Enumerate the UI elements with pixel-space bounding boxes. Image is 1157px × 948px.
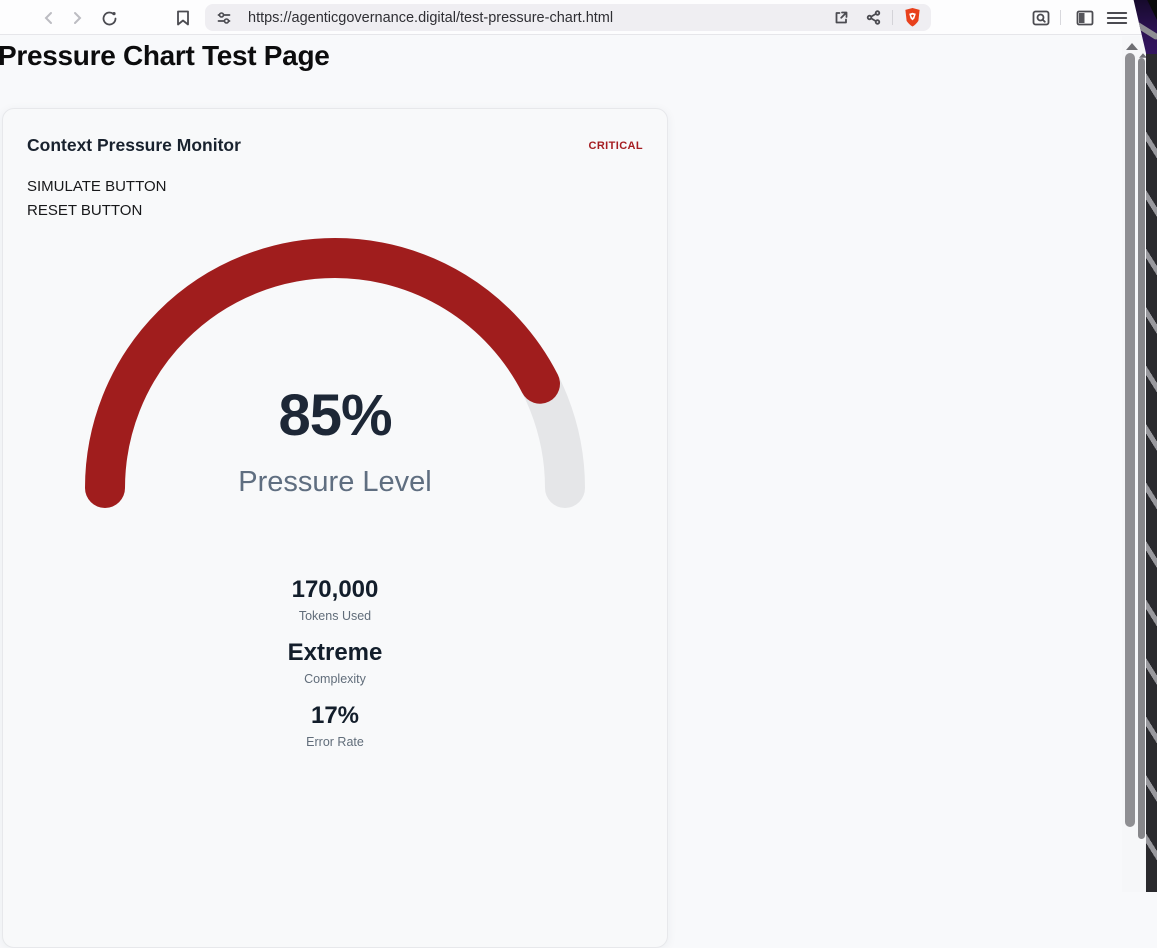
scrollbar-area [1122,36,1146,892]
url-bar[interactable]: https://agenticgovernance.digital/test-p… [205,4,931,31]
gauge-arc-fill [105,258,565,488]
urlbar-divider [892,10,893,25]
status-badge: CRITICAL [588,140,643,152]
stat-error-rate: 17% Error Rate [27,701,643,750]
scrollbar-thumb-secondary[interactable] [1138,58,1145,839]
stat-value: 170,000 [27,575,643,605]
scroll-up-arrow[interactable] [1126,43,1138,50]
site-settings-icon[interactable] [213,7,235,29]
pressure-monitor-card: Context Pressure Monitor CRITICAL SIMULA… [2,108,668,948]
scrollbar-thumb[interactable] [1125,53,1135,827]
forward-icon[interactable] [66,7,88,29]
gauge-arc-track [105,258,565,488]
stat-value: 17% [27,701,643,731]
bookmark-icon[interactable] [172,7,194,29]
desktop-wallpaper-strip [1146,0,1157,892]
stat-label: Tokens Used [27,608,643,624]
reload-icon[interactable] [98,7,120,29]
stat-label: Complexity [27,671,643,687]
pressure-gauge: 85% Pressure Level [65,236,605,508]
open-in-new-icon[interactable] [830,7,852,29]
gauge-caption: Pressure Level [65,466,605,499]
back-icon[interactable] [38,7,60,29]
menu-icon[interactable] [1106,7,1128,29]
sidebar-toggle-icon[interactable] [1074,7,1096,29]
brave-shield-icon[interactable] [901,7,923,29]
page-content: Pressure Chart Test Page Context Pressur… [0,36,1146,892]
stat-complexity: Extreme Complexity [27,638,643,687]
toolbar-divider [1060,10,1061,25]
url-text[interactable]: https://agenticgovernance.digital/test-p… [248,10,825,26]
stat-label: Error Rate [27,734,643,750]
reset-button[interactable]: RESET BUTTON [27,199,643,223]
wallpaper-dark-corner [1143,0,1157,20]
gauge-value: 85% [65,382,605,449]
stat-tokens-used: 170,000 Tokens Used [27,575,643,624]
stat-value: Extreme [27,638,643,668]
share-icon[interactable] [862,7,884,29]
page-title: Pressure Chart Test Page [0,40,330,72]
simulate-button[interactable]: SIMULATE BUTTON [27,175,643,199]
stats-list: 170,000 Tokens Used Extreme Complexity 1… [27,575,643,750]
card-title: Context Pressure Monitor [27,135,241,156]
browser-toolbar: https://agenticgovernance.digital/test-p… [0,0,1157,35]
search-tab-icon[interactable] [1030,7,1052,29]
